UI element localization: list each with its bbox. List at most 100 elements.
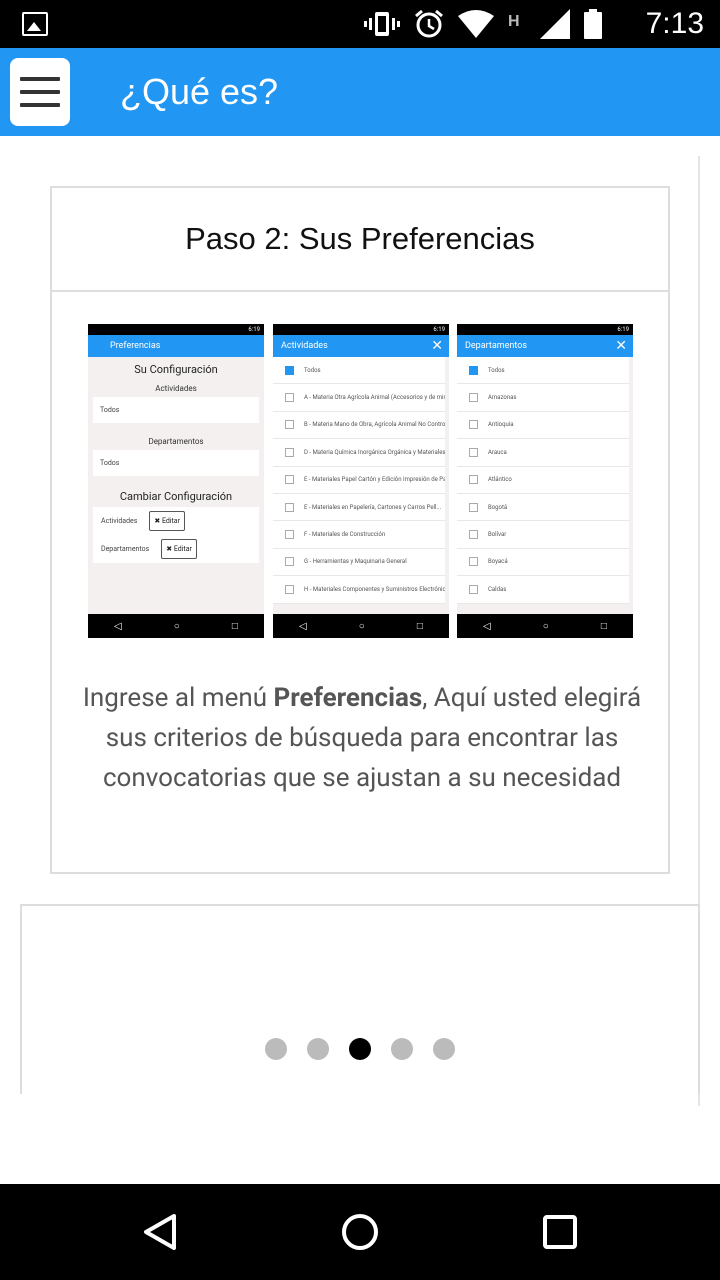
back-icon[interactable] [140, 1212, 180, 1252]
mini-status-bar: 6:19 [457, 324, 633, 335]
checkbox-icon [285, 530, 294, 540]
preferencias-screenshot: 6:19 Preferencias Su Configuración Activ… [88, 324, 264, 638]
image-notification-icon [22, 12, 48, 36]
mini-list-item: B - Materia Mano de Obra, Agrícola Anima… [273, 411, 445, 440]
mini-list-item: A - Materia Otra Agrícola Animal (Acceso… [273, 384, 445, 412]
checked-checkbox-icon [285, 365, 294, 375]
checkbox-icon [469, 475, 478, 485]
page-dot-active[interactable] [349, 1038, 371, 1060]
page-title: ¿Qué es? [120, 71, 279, 112]
home-icon[interactable] [340, 1212, 380, 1252]
mini-nav-bar: ◁ ○ □ [457, 614, 633, 638]
mini-list-item: Bolívar [457, 521, 629, 549]
mini-app-title: Actividades [281, 341, 328, 351]
checkbox-icon [469, 420, 478, 430]
mini-list-item-label: Amazonas [488, 394, 517, 402]
svg-text:H: H [508, 13, 520, 30]
mini-list-item: H - Materiales Componentes y Suministros… [273, 576, 445, 604]
mini-app-bar: Preferencias [88, 335, 264, 357]
status-time: 7:13 [645, 7, 704, 40]
checkbox-icon [469, 447, 478, 457]
h-network-icon: H [508, 13, 520, 30]
mini-list-item: F - Materiales de Construcción [273, 521, 445, 549]
mini-body: Su Configuración Actividades Todos Depar… [88, 363, 264, 563]
checkbox-icon [285, 420, 294, 430]
caption-text: Ingrese al menú [82, 683, 274, 713]
checkbox-icon [285, 475, 294, 485]
card-title: Paso 2: Sus Preferencias [185, 221, 535, 256]
mini-row-label: Actividades [101, 517, 138, 525]
checkbox-icon [285, 447, 294, 457]
checkbox-icon [285, 502, 294, 512]
checkbox-icon [285, 557, 294, 567]
mini-nav-bar: ◁ ○ □ [88, 614, 264, 638]
checkbox-icon [285, 393, 294, 403]
page-dot[interactable] [391, 1038, 413, 1060]
mini-app-bar: Departamentos ✕ [457, 335, 633, 357]
checkbox-icon [469, 557, 478, 567]
mini-checkbox-list: Todos A - Materia Otra Agrícola Animal (A… [273, 357, 449, 604]
page-indicator [0, 1038, 720, 1060]
mini-list-item-label: Todos [488, 366, 505, 374]
wifi-icon [458, 10, 494, 38]
mini-list-item: E - Materiales en Papelería, Cartones y … [273, 493, 445, 522]
mini-list-item-label: H - Materiales Componentes y Suministros… [304, 585, 445, 593]
mini-list-item-label: Bogotá [488, 503, 508, 511]
mini-list-item-label: E - Materiales Papel Cartón y Edición Im… [304, 476, 445, 484]
departamentos-screenshot: 6:19 Departamentos ✕ Todos Amazonas Antioq… [457, 324, 633, 638]
next-card-edge [20, 904, 700, 1094]
mini-list-item: Atlántico [457, 466, 629, 494]
menu-button[interactable] [10, 58, 70, 126]
menu-icon-bar [20, 103, 60, 107]
checkbox-icon [469, 393, 478, 403]
mini-status-bar: 6:19 [88, 324, 264, 335]
mini-list-item-label: F - Materiales de Construcción [304, 531, 386, 539]
status-icons: H [364, 8, 602, 40]
status-bar: H 7:13 [0, 0, 720, 48]
mini-list-item-label: A - Materia Otra Agrícola Animal (Acceso… [304, 394, 445, 402]
mini-list-item-label: E - Materiales en Papelería, Cartones y … [304, 503, 442, 511]
screenshots-image: 6:19 Preferencias Su Configuración Activ… [88, 324, 634, 638]
battery-icon [584, 9, 602, 39]
mini-app-title: Preferencias [110, 341, 161, 351]
mini-app-bar: Actividades ✕ [273, 335, 449, 357]
mini-value: Todos [93, 397, 259, 423]
recents-icon[interactable] [540, 1212, 580, 1252]
mini-list-item: Amazonas [457, 384, 629, 412]
vibrate-icon [364, 12, 400, 36]
mini-list-item-label: B - Materia Mano de Obra, Agrícola Anima… [304, 421, 445, 429]
mini-list-item-label: Atlántico [488, 476, 512, 484]
menu-icon-bar [20, 90, 60, 94]
mini-list-item-label: Bolívar [488, 531, 507, 539]
checked-checkbox-icon [469, 365, 478, 375]
mini-list-item-label: D - Materia Química Inorgánica Orgánica … [304, 448, 445, 456]
mini-heading: Cambiar Configuración [119, 490, 233, 503]
mini-list-item-label: Antioquia [488, 421, 514, 429]
mini-list-item-label: Arauca [488, 448, 507, 456]
mini-label: Actividades [155, 384, 197, 393]
mini-status-bar: 6:19 [273, 324, 449, 335]
mini-list-item-label: Boyacá [488, 558, 508, 566]
signal-icon [540, 9, 570, 39]
mini-list-item: Antioquia [457, 411, 629, 440]
navigation-bar [0, 1184, 720, 1280]
mini-list-item-label: Todos [304, 366, 321, 374]
mini-label: Departamentos [148, 437, 204, 446]
mini-list-item: Bogotá [457, 493, 629, 522]
mini-list-item: Todos [273, 357, 445, 385]
checkbox-icon [469, 584, 478, 594]
page-dot[interactable] [433, 1038, 455, 1060]
checkbox-icon [469, 502, 478, 512]
mini-edit-button: ✖ Editar [161, 539, 197, 559]
card-header: Paso 2: Sus Preferencias [52, 188, 668, 292]
close-icon: ✕ [431, 338, 443, 354]
mini-list-item: Arauca [457, 439, 629, 467]
caption-bold: Preferencias [273, 683, 423, 713]
mini-checkbox-list: Todos Amazonas Antioquia Arauca Atlántico Bog… [457, 357, 633, 604]
page-dot[interactable] [307, 1038, 329, 1060]
mini-row: Departamentos ✖ Editar [93, 535, 259, 563]
actividades-screenshot: 6:19 Actividades ✕ Todos A - Materia Otra… [273, 324, 449, 638]
main-content[interactable]: Paso 2: Sus Preferencias 6:19 Preferenci… [0, 136, 720, 1184]
checkbox-icon [285, 584, 294, 594]
page-dot[interactable] [265, 1038, 287, 1060]
